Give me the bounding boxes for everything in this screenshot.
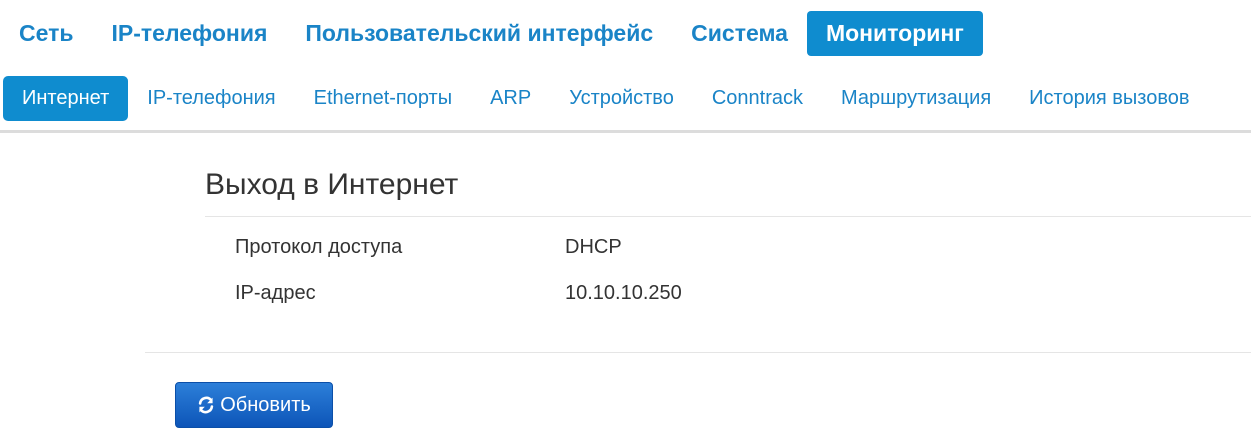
protocol-value: DHCP bbox=[565, 236, 622, 258]
monitoring-page: Сеть IP-телефония Пользовательский интер… bbox=[0, 0, 1251, 443]
refresh-icon bbox=[197, 396, 215, 414]
subtab-conntrack[interactable]: Conntrack bbox=[693, 76, 822, 121]
subtab-device[interactable]: Устройство bbox=[550, 76, 693, 121]
tab-network[interactable]: Сеть bbox=[0, 11, 93, 56]
title-divider bbox=[205, 216, 1251, 217]
subtab-internet[interactable]: Интернет bbox=[3, 76, 129, 121]
sub-navigation: Интернет IP-телефония Ethernet-порты ARP… bbox=[3, 76, 1209, 121]
subtab-ethernet-ports[interactable]: Ethernet-порты bbox=[295, 76, 471, 121]
ip-address-label: IP-адрес bbox=[235, 282, 316, 304]
section-title: Выход в Интернет bbox=[205, 168, 459, 201]
subtab-arp[interactable]: ARP bbox=[471, 76, 550, 121]
tab-system[interactable]: Система bbox=[672, 11, 807, 56]
ip-address-value: 10.10.10.250 bbox=[565, 282, 682, 304]
top-navigation: Сеть IP-телефония Пользовательский интер… bbox=[0, 10, 983, 56]
subnav-divider bbox=[0, 130, 1251, 133]
tab-ip-telephony[interactable]: IP-телефония bbox=[93, 11, 287, 56]
tab-monitoring[interactable]: Мониторинг bbox=[806, 10, 983, 56]
refresh-button[interactable]: Обновить bbox=[175, 382, 333, 428]
subtab-routing[interactable]: Маршрутизация bbox=[822, 76, 1010, 121]
subtab-call-history[interactable]: История вызовов bbox=[1010, 76, 1208, 121]
protocol-label: Протокол доступа bbox=[235, 236, 403, 258]
subtab-ip-telephony[interactable]: IP-телефония bbox=[128, 76, 294, 121]
footer-divider bbox=[145, 352, 1251, 353]
tab-user-interface[interactable]: Пользовательский интерфейс bbox=[286, 11, 672, 56]
refresh-button-label: Обновить bbox=[220, 393, 311, 416]
